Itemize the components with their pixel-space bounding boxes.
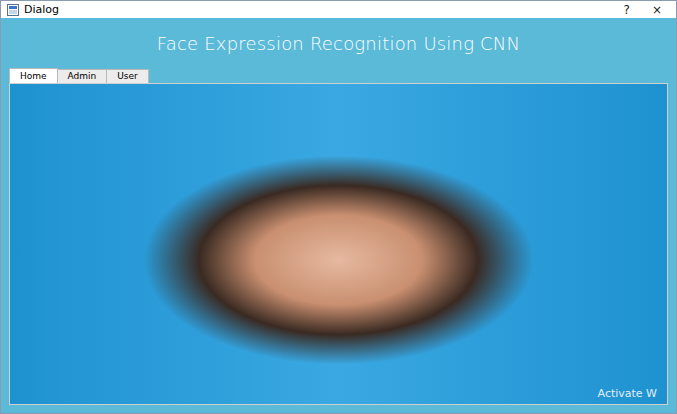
title-bar: Dialog? × — [1, 1, 676, 18]
window-icon — [7, 4, 19, 16]
app-title: Face Expression Recognition Using CNN — [157, 33, 520, 54]
tab-bar: HomeAdminUser — [9, 68, 668, 83]
dialog-window: Dialog?×Face Expression Recognition Usin… — [0, 0, 677, 414]
dialog-body: Face Expression Recognition Using CNN Hom… — [1, 18, 676, 413]
face-photo: Activate W — [10, 84, 667, 404]
tab[interactable]: User — [106, 69, 149, 83]
tab[interactable]: Home — [9, 68, 58, 83]
help-button[interactable]: ? — [624, 2, 630, 18]
header: Face Expression Recognition Using CNN — [9, 18, 668, 68]
tab-pane: Activate W — [9, 83, 668, 405]
close-button[interactable]: × — [652, 2, 662, 18]
tab[interactable]: Admin — [57, 69, 108, 83]
window-title: Dialog — [24, 3, 59, 16]
activation-watermark: Activate W — [598, 387, 657, 400]
